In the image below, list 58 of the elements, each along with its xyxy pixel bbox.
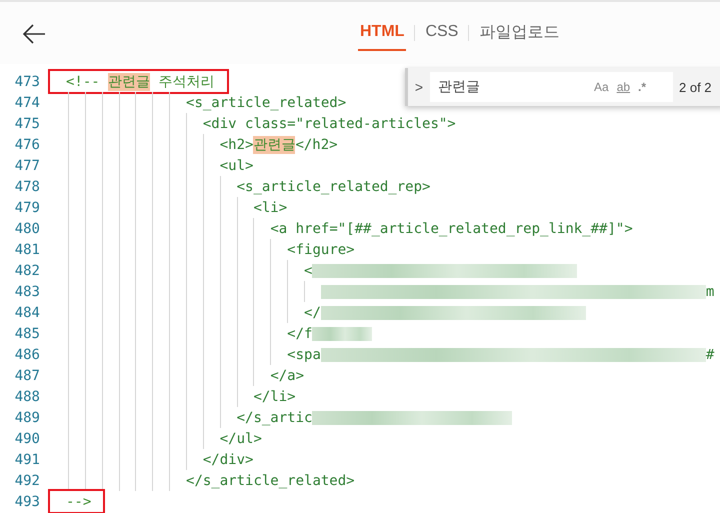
- line-number: 473: [14, 74, 40, 90]
- code-text: </h2>: [295, 136, 338, 152]
- line-number: 476: [14, 136, 40, 152]
- line-number: 479: [14, 200, 40, 216]
- code-text: <figure>: [287, 242, 355, 258]
- code-text: </: [304, 304, 321, 320]
- blurred-code: [312, 326, 372, 340]
- code-text: </s_article_related>: [186, 472, 355, 488]
- find-input-field[interactable]: 관련글 Aa ab .*: [430, 72, 673, 102]
- line-number: 481: [14, 242, 40, 258]
- editor-tab[interactable]: 파일업로드: [477, 14, 562, 52]
- line-number: 475: [14, 116, 40, 132]
- search-match: 관련글: [108, 72, 150, 90]
- editor-tab[interactable]: CSS: [423, 15, 460, 51]
- code-text: </ul>: [220, 430, 262, 446]
- editor-tab[interactable]: HTML: [358, 15, 406, 51]
- line-number: 491: [14, 452, 40, 468]
- whole-word-option[interactable]: ab: [612, 80, 634, 94]
- line-number: 486: [14, 346, 40, 362]
- comment-text: 주석처리: [158, 72, 215, 90]
- line-number: 492: [14, 472, 40, 488]
- code-text: <s_article_related_rep>: [236, 178, 430, 194]
- code-text: <div class="related-articles">: [202, 116, 456, 132]
- line-number: 488: [14, 388, 40, 404]
- back-arrow-icon[interactable]: [22, 24, 46, 44]
- line-number: 483: [14, 284, 40, 300]
- code-text: </f: [287, 326, 312, 342]
- toggle-replace-button[interactable]: >: [408, 79, 430, 95]
- comment-text: <!--: [66, 74, 101, 90]
- code-text: m: [706, 284, 714, 300]
- code-text: <h2>: [220, 136, 254, 152]
- line-number: 474: [14, 94, 40, 110]
- line-number: 487: [14, 368, 40, 384]
- line-number: 489: [14, 410, 40, 426]
- code-text: <spa: [287, 346, 321, 362]
- comment-text: -->: [66, 494, 92, 510]
- code-text: </a>: [270, 368, 304, 384]
- line-number: 482: [14, 262, 40, 278]
- line-number: 493: [14, 494, 40, 510]
- match-case-option[interactable]: Aa: [590, 80, 613, 94]
- match-count: 2 of 2: [679, 80, 712, 94]
- code-text: <ul>: [220, 158, 254, 174]
- code-text: </div>: [202, 452, 254, 468]
- line-number: 490: [14, 430, 40, 446]
- code-text: </s_artic: [236, 410, 312, 426]
- code-text: <li>: [253, 200, 288, 216]
- code-text: <a href="[##_article_related_rep_link_##]">: [270, 220, 633, 236]
- line-number: 484: [14, 304, 40, 320]
- code-text: <s_article_related>: [186, 94, 346, 110]
- line-number: 478: [14, 178, 40, 194]
- code-text: #: [706, 346, 714, 362]
- line-number: 485: [14, 326, 40, 342]
- line-number: 477: [14, 158, 40, 174]
- line-number: 480: [14, 220, 40, 236]
- regex-option[interactable]: .*: [634, 80, 650, 94]
- search-match: 관련글: [253, 136, 296, 154]
- code-text: </li>: [253, 388, 296, 404]
- code-text: <: [304, 262, 312, 278]
